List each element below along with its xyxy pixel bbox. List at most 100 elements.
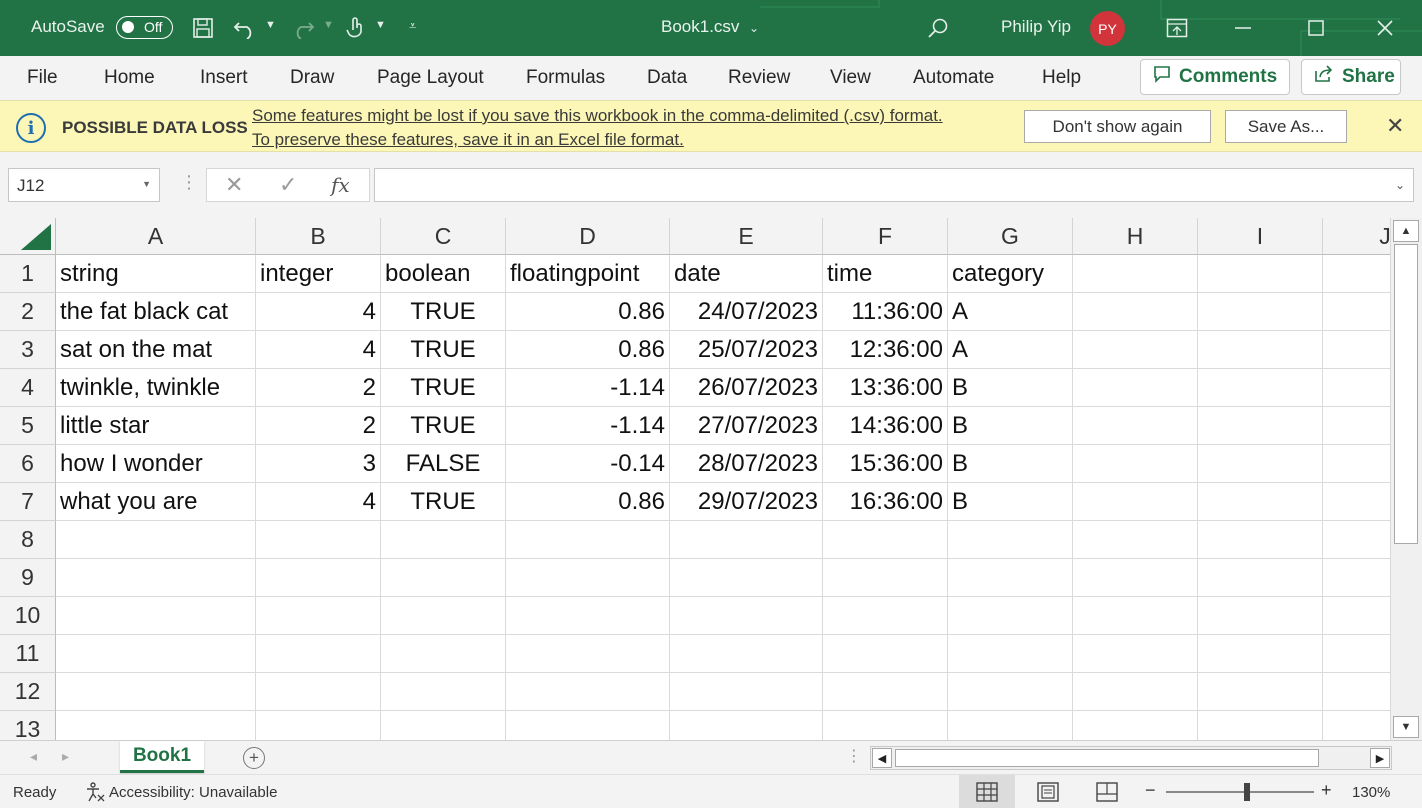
worksheet-grid[interactable]: ABCDEFGHIJ 1 2 3 4 5 6 7 8 9 10 11 12 13 string integ… — [0, 218, 1390, 740]
cell-f2[interactable]: 11:36:00 — [823, 293, 948, 331]
row-header-6[interactable]: 6 — [0, 445, 56, 483]
cell-g5[interactable]: B — [948, 407, 1073, 445]
accessibility-status[interactable]: Accessibility: Unavailable — [109, 784, 277, 801]
cell-e5[interactable]: 27/07/2023 — [670, 407, 823, 445]
cell-i4[interactable] — [1198, 369, 1323, 407]
tab-formulas[interactable]: Formulas — [526, 67, 605, 89]
insert-function-icon[interactable]: fx — [331, 173, 350, 197]
cell-j12[interactable] — [1323, 673, 1390, 711]
cell-i11[interactable] — [1198, 635, 1323, 673]
cell-f9[interactable] — [823, 559, 948, 597]
enter-icon[interactable]: ✓ — [279, 172, 297, 198]
cell-a10[interactable] — [56, 597, 256, 635]
cell-f7[interactable]: 16:36:00 — [823, 483, 948, 521]
tab-file[interactable]: File — [27, 67, 58, 89]
cell-j5[interactable] — [1323, 407, 1390, 445]
cell-f10[interactable] — [823, 597, 948, 635]
undo-icon[interactable] — [231, 14, 259, 42]
cell-f8[interactable] — [823, 521, 948, 559]
title-chevron-down-icon[interactable]: ⌄ — [749, 21, 759, 35]
column-header-e[interactable]: E — [670, 218, 823, 255]
zoom-in-button[interactable]: + — [1321, 780, 1332, 801]
cell-e12[interactable] — [670, 673, 823, 711]
cell-j2[interactable] — [1323, 293, 1390, 331]
cell-e9[interactable] — [670, 559, 823, 597]
cell-i2[interactable] — [1198, 293, 1323, 331]
row-header-13[interactable]: 13 — [0, 711, 56, 740]
cell-c2[interactable]: TRUE — [381, 293, 506, 331]
cell-i12[interactable] — [1198, 673, 1323, 711]
cell-h3[interactable] — [1073, 331, 1198, 369]
cell-e2[interactable]: 24/07/2023 — [670, 293, 823, 331]
select-all-corner[interactable] — [0, 218, 56, 255]
column-header-a[interactable]: A — [56, 218, 256, 255]
cell-c6[interactable]: FALSE — [381, 445, 506, 483]
name-box-dropdown-icon[interactable]: ▼ — [142, 179, 151, 189]
cell-b2[interactable]: 4 — [256, 293, 381, 331]
tab-home[interactable]: Home — [104, 67, 155, 89]
scroll-left-icon[interactable]: ◀ — [872, 748, 892, 768]
cell-c3[interactable]: TRUE — [381, 331, 506, 369]
cell-h2[interactable] — [1073, 293, 1198, 331]
cell-d3[interactable]: 0.86 — [506, 331, 670, 369]
zoom-slider[interactable] — [1166, 791, 1314, 793]
cell-a8[interactable] — [56, 521, 256, 559]
cell-e7[interactable]: 29/07/2023 — [670, 483, 823, 521]
cell-c11[interactable] — [381, 635, 506, 673]
normal-view-icon[interactable] — [959, 775, 1015, 808]
cell-i6[interactable] — [1198, 445, 1323, 483]
page-break-view-icon[interactable] — [1079, 775, 1135, 808]
cell-a2[interactable]: the fat black cat — [56, 293, 256, 331]
cell-c8[interactable] — [381, 521, 506, 559]
vertical-scrollbar[interactable]: ▲ ▼ — [1390, 218, 1422, 740]
avatar[interactable]: PY — [1090, 11, 1125, 46]
cell-h12[interactable] — [1073, 673, 1198, 711]
cell-j11[interactable] — [1323, 635, 1390, 673]
cell-f11[interactable] — [823, 635, 948, 673]
sheet-prev-icon[interactable]: ◂ — [30, 748, 37, 765]
cell-b11[interactable] — [256, 635, 381, 673]
column-header-g[interactable]: G — [948, 218, 1073, 255]
name-box[interactable]: J12 ▼ — [8, 168, 160, 202]
cell-f1[interactable]: time — [823, 255, 948, 293]
column-header-h[interactable]: H — [1073, 218, 1198, 255]
cell-j6[interactable] — [1323, 445, 1390, 483]
add-sheet-icon[interactable]: + — [243, 747, 265, 769]
zoom-out-button[interactable]: − — [1145, 780, 1156, 801]
save-icon[interactable] — [189, 14, 217, 42]
cell-h1[interactable] — [1073, 255, 1198, 293]
dont-show-again-button[interactable]: Don't show again — [1024, 110, 1211, 143]
cell-j9[interactable] — [1323, 559, 1390, 597]
page-layout-view-icon[interactable] — [1020, 775, 1076, 808]
cell-j10[interactable] — [1323, 597, 1390, 635]
cell-h8[interactable] — [1073, 521, 1198, 559]
column-header-f[interactable]: F — [823, 218, 948, 255]
warning-message-line1[interactable]: Some features might be lost if you save … — [252, 106, 943, 126]
cell-g9[interactable] — [948, 559, 1073, 597]
cell-b10[interactable] — [256, 597, 381, 635]
cell-a13[interactable] — [56, 711, 256, 740]
cell-g3[interactable]: A — [948, 331, 1073, 369]
cell-j8[interactable] — [1323, 521, 1390, 559]
cell-d1[interactable]: floatingpoint — [506, 255, 670, 293]
maximize-icon[interactable] — [1302, 14, 1330, 42]
cell-c10[interactable] — [381, 597, 506, 635]
tab-draw[interactable]: Draw — [290, 67, 334, 89]
cell-b7[interactable]: 4 — [256, 483, 381, 521]
cell-f12[interactable] — [823, 673, 948, 711]
column-header-j[interactable]: J — [1323, 218, 1390, 255]
cell-f13[interactable] — [823, 711, 948, 740]
row-header-12[interactable]: 12 — [0, 673, 56, 711]
tab-insert[interactable]: Insert — [200, 67, 248, 89]
user-name[interactable]: Philip Yip — [1001, 17, 1071, 37]
cell-h7[interactable] — [1073, 483, 1198, 521]
cell-j4[interactable] — [1323, 369, 1390, 407]
cell-i7[interactable] — [1198, 483, 1323, 521]
cell-d12[interactable] — [506, 673, 670, 711]
cell-g2[interactable]: A — [948, 293, 1073, 331]
zoom-slider-thumb[interactable] — [1244, 783, 1250, 801]
tab-view[interactable]: View — [830, 67, 871, 89]
scroll-down-icon[interactable]: ▼ — [1393, 716, 1419, 738]
cell-e8[interactable] — [670, 521, 823, 559]
cell-i5[interactable] — [1198, 407, 1323, 445]
